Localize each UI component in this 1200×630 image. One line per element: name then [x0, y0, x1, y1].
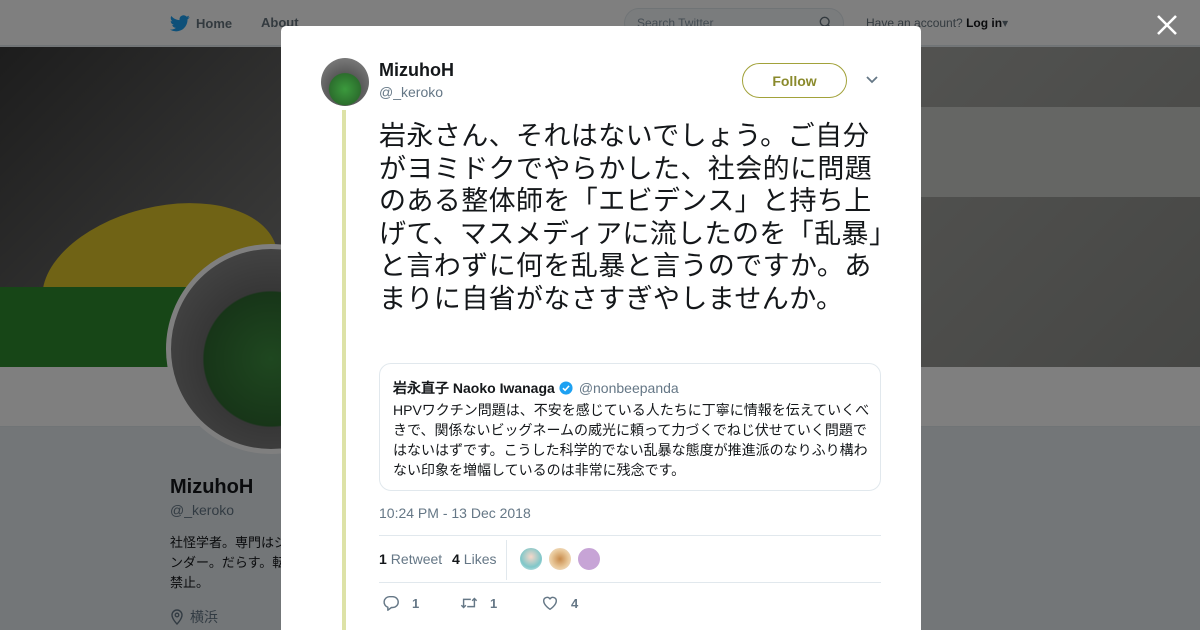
retweet-stat-count: 1	[379, 551, 387, 567]
tweet-text: 岩永さん、それはないでしょう。ご自分がヨミドクでやらかした、社会的に問題のある整…	[379, 121, 883, 314]
liker-avatar[interactable]	[519, 547, 543, 571]
tweet-timestamp[interactable]: 10:24 PM - 13 Dec 2018	[379, 505, 531, 521]
stats-divider	[506, 540, 507, 580]
like-stat[interactable]: 4 Likes	[452, 551, 496, 567]
quoted-tweet-text: HPVワクチン問題は、不安を感じている人たちに丁寧に情報を伝えていくべきで、関係…	[393, 402, 870, 478]
quoted-author-name: 岩永直子 Naoko Iwanaga	[393, 380, 555, 396]
quoted-author-handle: @nonbeepanda	[578, 380, 679, 396]
like-count: 4	[571, 595, 579, 611]
liker-avatar[interactable]	[548, 547, 572, 571]
author-handle[interactable]: @_keroko	[379, 84, 443, 100]
author-avatar[interactable]	[321, 58, 369, 106]
quoted-tweet-header: 岩永直子 Naoko Iwanaga @nonbeepanda	[393, 378, 679, 398]
thread-line	[342, 110, 346, 630]
reply-button[interactable]: 1	[382, 594, 419, 612]
close-icon[interactable]	[1154, 12, 1180, 38]
like-stat-label: Likes	[463, 551, 497, 567]
like-button[interactable]: 4	[541, 594, 578, 612]
liker-avatar[interactable]	[577, 547, 601, 571]
quoted-tweet[interactable]: 岩永直子 Naoko Iwanaga @nonbeepanda HPVワクチン問…	[379, 363, 881, 491]
retweet-stat-label: Retweet	[390, 551, 443, 567]
retweet-icon	[460, 597, 478, 609]
verified-badge-icon	[559, 381, 573, 395]
tweet-stats: 1 Retweet 4 Likes	[379, 535, 881, 583]
retweet-button[interactable]: 1	[460, 594, 497, 612]
heart-icon	[542, 596, 558, 611]
retweet-count: 1	[490, 595, 498, 611]
like-stat-count: 4	[452, 551, 460, 567]
retweet-stat[interactable]: 1 Retweet	[379, 551, 442, 567]
follow-button[interactable]: Follow	[742, 63, 847, 98]
chevron-down-icon[interactable]	[865, 74, 879, 86]
tweet-actions: 1 1 4	[379, 594, 881, 616]
reply-count: 1	[412, 595, 420, 611]
tweet-modal: MizuhoH @_keroko Follow 岩永さん、それはないでしょう。ご…	[281, 26, 921, 630]
author-name[interactable]: MizuhoH	[379, 60, 454, 81]
reply-icon	[383, 595, 399, 611]
